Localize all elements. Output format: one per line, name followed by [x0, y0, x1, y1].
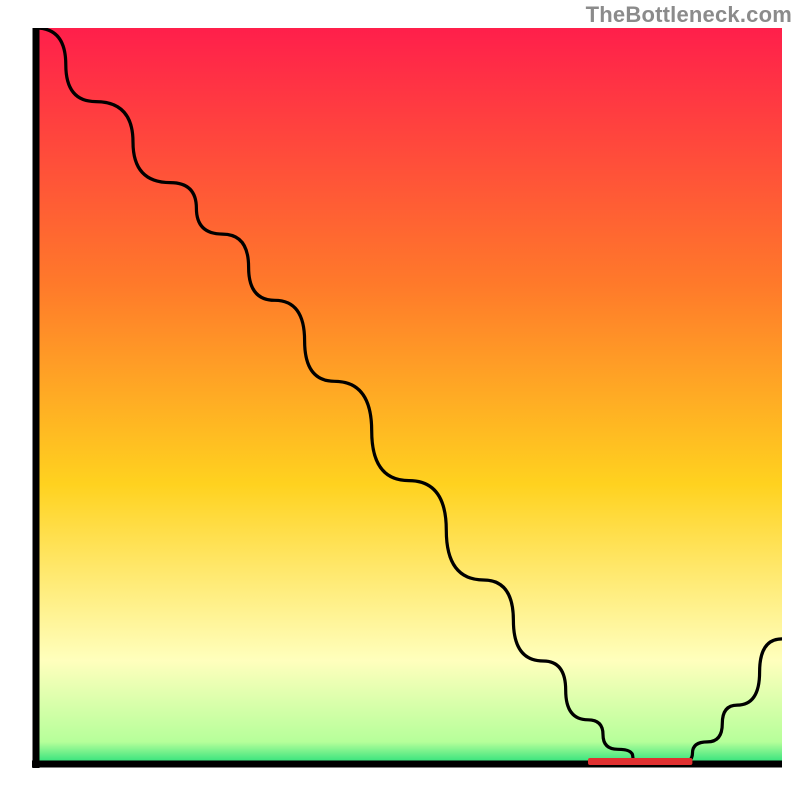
plot-area [32, 28, 782, 768]
optimal-marker [588, 758, 692, 765]
chart-svg [32, 28, 782, 768]
chart-container: TheBottleneck.com [0, 0, 800, 800]
watermark-text: TheBottleneck.com [586, 2, 792, 28]
gradient-background [36, 28, 782, 764]
